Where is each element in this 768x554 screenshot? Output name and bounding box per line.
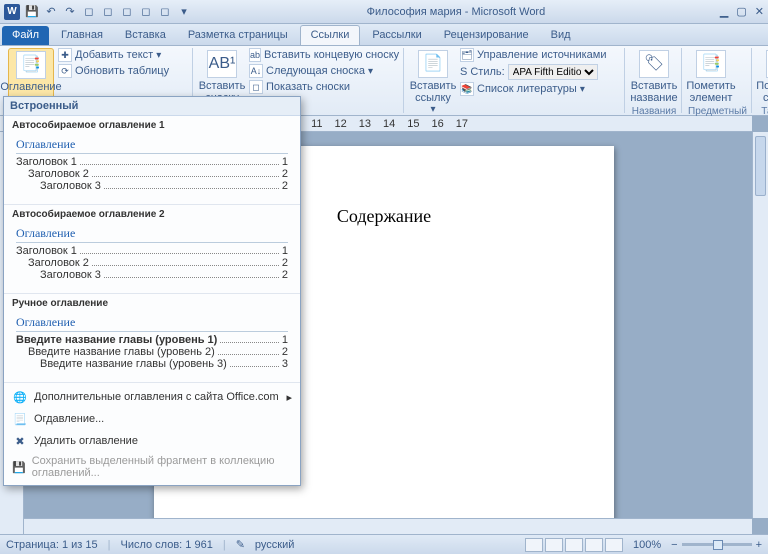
view-print-layout[interactable] — [525, 538, 543, 552]
caption-icon: 🏷 — [639, 50, 669, 78]
footnote-icon: AB¹ — [207, 50, 237, 78]
toc-style-auto2[interactable]: Автособираемое оглавление 2 Оглавление З… — [4, 205, 300, 294]
titlebar: W 💾 ↶ ↷ ◻ ◻ ◻ ◻ ◻ ▾ Философия мария - Mi… — [0, 0, 768, 24]
view-draft[interactable] — [605, 538, 623, 552]
gallery-category: Встроенный — [4, 97, 300, 116]
tab-mailings[interactable]: Рассылки — [362, 26, 431, 45]
insert-caption-button[interactable]: 🏷 Вставить название — [631, 48, 677, 106]
toc-icon: 📑 — [16, 51, 46, 79]
zoom-in-icon[interactable]: + — [756, 539, 762, 551]
qat-btn[interactable]: ◻ — [81, 4, 97, 20]
ribbon-tabs: Файл Главная Вставка Разметка страницы С… — [0, 24, 768, 46]
mark-entry-icon: 📑 — [696, 50, 726, 78]
scrollbar-thumb[interactable] — [755, 136, 766, 196]
zoom-out-icon[interactable]: − — [671, 539, 677, 551]
quick-access-toolbar: 💾 ↶ ↷ ◻ ◻ ◻ ◻ ◻ ▾ — [24, 4, 192, 20]
mark-entry-button[interactable]: 📑 Пометить элемент — [688, 48, 734, 106]
zoom-level[interactable]: 100% — [633, 539, 661, 551]
chevron-right-icon: ▸ — [286, 391, 292, 404]
statusbar: Страница: 1 из 15| Число слов: 1 961| ✎ … — [0, 534, 768, 554]
qat-btn[interactable]: ◻ — [138, 4, 154, 20]
insert-endnote-button[interactable]: abВставить концевую сноску — [249, 48, 399, 62]
office-icon: 🌐 — [12, 389, 28, 405]
show-notes-button[interactable]: ◻Показать сноски — [249, 80, 399, 94]
view-buttons — [525, 538, 623, 552]
redo-icon[interactable]: ↷ — [62, 4, 78, 20]
add-text-icon: ✚ — [58, 48, 72, 62]
save-selection-icon: 💾 — [12, 459, 26, 475]
status-page[interactable]: Страница: 1 из 15 — [6, 539, 98, 551]
qat-dropdown-icon[interactable]: ▾ — [176, 4, 192, 20]
bibliography-button[interactable]: 📚Список литературы ▾ — [460, 82, 620, 96]
minimize-icon[interactable]: ▁ — [720, 5, 728, 18]
update-icon: ⟳ — [58, 64, 72, 78]
sources-icon: 🗂 — [460, 48, 474, 62]
tab-review[interactable]: Рецензирование — [434, 26, 539, 45]
manage-sources-button[interactable]: 🗂Управление источниками — [460, 48, 620, 62]
qat-btn[interactable]: ◻ — [100, 4, 116, 20]
insert-toc-dialog[interactable]: 📃Огдавление... — [4, 408, 300, 430]
next-footnote-icon: A↓ — [249, 64, 263, 78]
tab-home[interactable]: Главная — [51, 26, 113, 45]
horizontal-scrollbar[interactable] — [24, 518, 752, 534]
add-text-button[interactable]: ✚Добавить текст ▾ — [58, 48, 188, 62]
tab-insert[interactable]: Вставка — [115, 26, 176, 45]
toc-style-auto1[interactable]: Автособираемое оглавление 1 Оглавление З… — [4, 116, 300, 205]
qat-btn[interactable]: ◻ — [119, 4, 135, 20]
close-icon[interactable]: ✕ — [755, 5, 764, 18]
update-table-button[interactable]: ⟳Обновить таблицу — [58, 64, 188, 78]
citation-icon: 📄 — [418, 50, 448, 78]
vertical-scrollbar[interactable] — [752, 132, 768, 518]
maximize-icon[interactable]: ▢ — [736, 5, 746, 18]
endnote-icon: ab — [249, 48, 261, 62]
toc-style-manual[interactable]: Ручное оглавление Оглавление Введите наз… — [4, 294, 300, 383]
next-footnote-button[interactable]: A↓Следующая сноска ▾ — [249, 64, 399, 78]
tab-file[interactable]: Файл — [2, 26, 49, 45]
toc-dialog-icon: 📃 — [12, 411, 28, 427]
undo-icon[interactable]: ↶ — [43, 4, 59, 20]
status-language[interactable]: русский — [255, 539, 294, 551]
toc-gallery-dropdown: Встроенный Автособираемое оглавление 1 О… — [3, 96, 301, 486]
tab-page-layout[interactable]: Разметка страницы — [178, 26, 298, 45]
style-icon: S — [460, 66, 467, 78]
insert-citation-button[interactable]: 📄 Вставить ссылку▾ — [410, 48, 456, 117]
qat-btn[interactable]: ◻ — [157, 4, 173, 20]
remove-toc[interactable]: ✖Удалить оглавление — [4, 430, 300, 452]
remove-icon: ✖ — [12, 433, 28, 449]
window-title: Философия мария - Microsoft Word — [192, 6, 720, 18]
view-web[interactable] — [565, 538, 583, 552]
more-toc-office[interactable]: 🌐Дополнительные оглавления с сайта Offic… — [4, 386, 300, 408]
citation-style-selector[interactable]: SСтиль:APA Fifth Edition — [460, 64, 620, 80]
tab-view[interactable]: Вид — [541, 26, 581, 45]
word-app-icon: W — [4, 4, 20, 20]
tab-references[interactable]: Ссылки — [300, 25, 361, 45]
bibliography-icon: 📚 — [460, 82, 474, 96]
view-fullscreen[interactable] — [545, 538, 563, 552]
save-selection-toc: 💾Сохранить выделенный фрагмент в коллекц… — [4, 452, 300, 482]
style-dropdown[interactable]: APA Fifth Edition — [508, 64, 598, 80]
mark-citation-button[interactable]: 📋 Пометить ссылку — [758, 48, 768, 106]
show-notes-icon: ◻ — [249, 80, 263, 94]
proofing-icon[interactable]: ✎ — [236, 538, 245, 551]
save-icon[interactable]: 💾 — [24, 4, 40, 20]
status-word-count[interactable]: Число слов: 1 961 — [120, 539, 212, 551]
zoom-slider[interactable]: −+ — [671, 539, 762, 551]
view-outline[interactable] — [585, 538, 603, 552]
